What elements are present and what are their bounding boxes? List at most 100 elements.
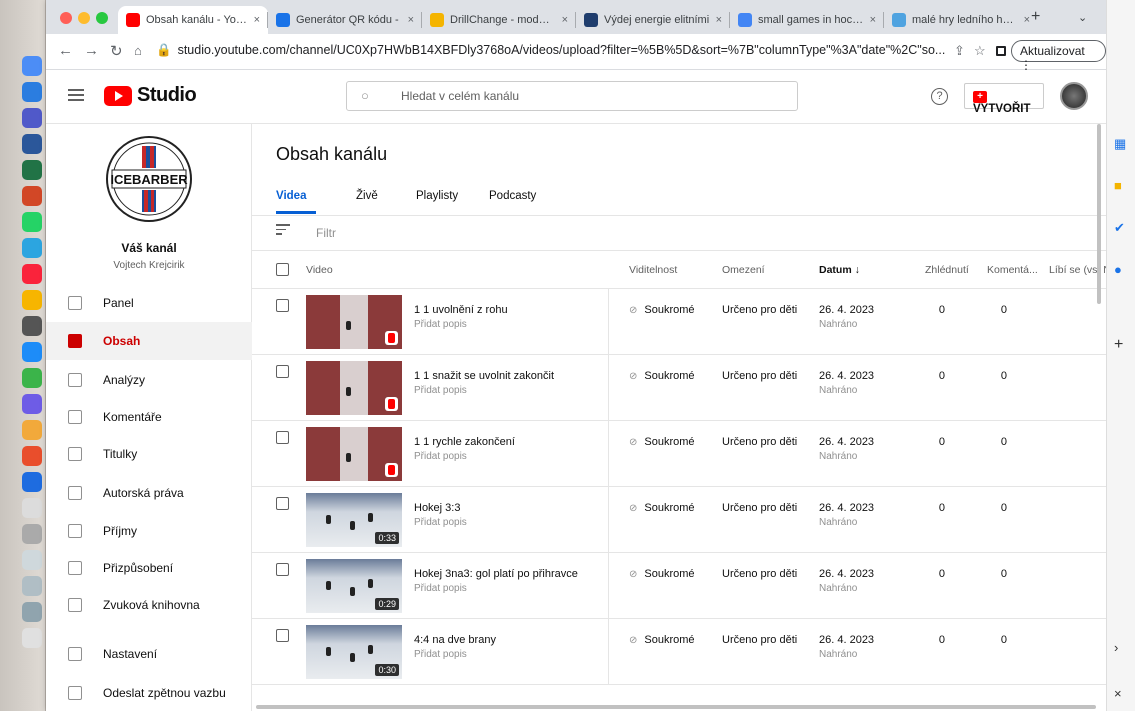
video-title[interactable]: 1 1 snažit se uvolnit zakončit (414, 370, 554, 382)
table-row[interactable]: 0:29 Hokej 3na3: gol platí po přihravce Př… (252, 553, 1106, 619)
sidebar-item-comments[interactable]: Komentáře (46, 398, 252, 436)
dock-app-icon[interactable] (22, 160, 42, 180)
video-title[interactable]: 1 1 rychle zakončení (414, 436, 515, 448)
zoom-window-button[interactable] (96, 12, 108, 24)
sidebar-item-customization[interactable]: Přizpůsobení (46, 549, 252, 587)
dock-app-icon[interactable] (22, 238, 42, 258)
dock-app-icon[interactable] (22, 368, 42, 388)
video-thumbnail[interactable]: 0:29 (306, 559, 402, 613)
visibility-cell[interactable]: ⊘ Soukromé (629, 436, 695, 448)
sidebar-item-feedback[interactable]: Odeslat zpětnou vazbu (46, 674, 252, 711)
sidebar-panel-icon[interactable] (996, 46, 1006, 56)
search-input[interactable]: ○ Hledat v celém kanálu (346, 81, 798, 111)
tab-videos[interactable]: Videa (276, 190, 306, 202)
sidebar-item-copyright[interactable]: Autorská práva (46, 474, 252, 512)
sidebar-item-content[interactable]: Obsah (46, 322, 252, 360)
video-thumbnail[interactable]: 0:33 (306, 493, 402, 547)
column-comments[interactable]: Komentá... (987, 264, 1038, 276)
tab-search-icon[interactable]: ⌄ (1078, 11, 1087, 24)
sidebar-item-audio-library[interactable]: Zvuková knihovna (46, 586, 252, 624)
browser-tab[interactable]: DrillChange - moderní × (422, 6, 576, 34)
column-views[interactable]: Zhlédnutí (925, 264, 969, 276)
sidebar-item-subtitles[interactable]: Titulky (46, 435, 252, 473)
column-restriction[interactable]: Omezení (722, 264, 765, 276)
share-icon[interactable]: ⇪ (954, 43, 965, 59)
table-row[interactable]: 0:30 4:4 na dve brany Přidat popis ⊘ Soukrom… (252, 619, 1106, 685)
video-title[interactable]: Hokej 3na3: gol platí po přihravce (414, 568, 578, 580)
video-thumbnail[interactable] (306, 295, 402, 349)
filter-bar[interactable]: Filtr (252, 215, 1106, 251)
close-tab-icon[interactable]: × (1024, 14, 1030, 26)
avatar[interactable] (1060, 82, 1088, 110)
close-window-button[interactable] (60, 12, 72, 24)
dock-app-icon[interactable] (22, 628, 42, 648)
add-panel-icon[interactable]: + (1114, 336, 1123, 354)
dock-app-icon[interactable] (22, 420, 42, 440)
dock-app-icon[interactable] (22, 394, 42, 414)
dock-app-icon[interactable] (22, 524, 42, 544)
minimize-window-button[interactable] (78, 12, 90, 24)
dock-app-icon[interactable] (22, 264, 42, 284)
dock-app-icon[interactable] (22, 290, 42, 310)
reload-icon[interactable]: ↻ (110, 42, 123, 60)
dock-app-icon[interactable] (22, 550, 42, 570)
dock-app-icon[interactable] (22, 212, 42, 232)
video-description[interactable]: Přidat popis (414, 451, 467, 462)
close-tab-icon[interactable]: × (254, 14, 260, 26)
visibility-cell[interactable]: ⊘ Soukromé (629, 568, 695, 580)
row-checkbox[interactable] (276, 497, 289, 510)
browser-tab[interactable]: malé hry ledního hokej × (884, 6, 1038, 34)
close-tab-icon[interactable]: × (870, 14, 876, 26)
new-tab-button[interactable]: + (1031, 8, 1040, 26)
filter-input[interactable]: Filtr (316, 226, 336, 240)
back-icon[interactable]: ← (58, 42, 73, 59)
video-title[interactable]: 4:4 na dve brany (414, 634, 496, 646)
dock-app-icon[interactable] (22, 472, 42, 492)
dock-app-icon[interactable] (22, 342, 42, 362)
contacts-icon[interactable]: ● (1114, 262, 1122, 277)
menu-icon[interactable] (68, 89, 84, 101)
browser-tab[interactable]: Výdej energie elitními × (576, 6, 730, 34)
video-description[interactable]: Přidat popis (414, 583, 467, 594)
visibility-cell[interactable]: ⊘ Soukromé (629, 304, 695, 316)
dock-app-icon[interactable] (22, 82, 42, 102)
vertical-scrollbar[interactable] (1097, 124, 1101, 304)
expand-panel-icon[interactable]: › (1114, 640, 1118, 655)
row-checkbox[interactable] (276, 563, 289, 576)
column-date[interactable]: Datum ↓ (819, 264, 860, 276)
bookmark-star-icon[interactable]: ☆ (974, 43, 986, 59)
home-icon[interactable]: ⌂ (134, 43, 142, 58)
table-row[interactable]: 1 1 snažit se uvolnit zakončit Přidat pop… (252, 355, 1106, 421)
dock-app-icon[interactable] (22, 134, 42, 154)
video-description[interactable]: Přidat popis (414, 649, 467, 660)
dock-app-icon[interactable] (22, 56, 42, 76)
video-description[interactable]: Přidat popis (414, 517, 467, 528)
dock-app-icon[interactable] (22, 186, 42, 206)
tab-playlists[interactable]: Playlisty (416, 190, 458, 202)
close-panel-icon[interactable]: × (1114, 686, 1122, 701)
sidebar-item-dashboard[interactable]: Panel (46, 284, 252, 322)
update-button[interactable]: Aktualizovat ⋮ (1011, 40, 1106, 72)
horizontal-scrollbar[interactable] (256, 705, 1096, 709)
help-icon[interactable]: ? (931, 88, 948, 105)
studio-logo[interactable]: Studio (104, 84, 197, 107)
dock-app-icon[interactable] (22, 316, 42, 336)
close-tab-icon[interactable]: × (562, 14, 568, 26)
dock-app-icon[interactable] (22, 576, 42, 596)
visibility-cell[interactable]: ⊘ Soukromé (629, 370, 695, 382)
tab-live[interactable]: Živě (356, 190, 378, 202)
forward-icon[interactable]: → (84, 42, 99, 59)
browser-tab[interactable]: Generátor QR kódu - × (268, 6, 422, 34)
video-description[interactable]: Přidat popis (414, 385, 467, 396)
table-row[interactable]: 1 1 rychle zakončení Přidat popis ⊘ Soukrom… (252, 421, 1106, 487)
calendar-icon[interactable]: ▦ (1114, 136, 1126, 152)
table-row[interactable]: 0:33 Hokej 3:3 Přidat popis ⊘ Soukromé Určeno… (252, 487, 1106, 553)
address-bar[interactable]: 🔒 studio.youtube.com/channel/UC0Xp7HWbB14… (156, 43, 946, 58)
sidebar-item-earn[interactable]: Příjmy (46, 512, 252, 550)
sidebar-item-settings[interactable]: Nastavení (46, 635, 252, 673)
video-thumbnail[interactable] (306, 427, 402, 481)
row-checkbox[interactable] (276, 299, 289, 312)
tab-podcasts[interactable]: Podcasty (489, 190, 536, 202)
dock-app-icon[interactable] (22, 498, 42, 518)
channel-emblem[interactable]: ICEBARBER (104, 134, 194, 224)
